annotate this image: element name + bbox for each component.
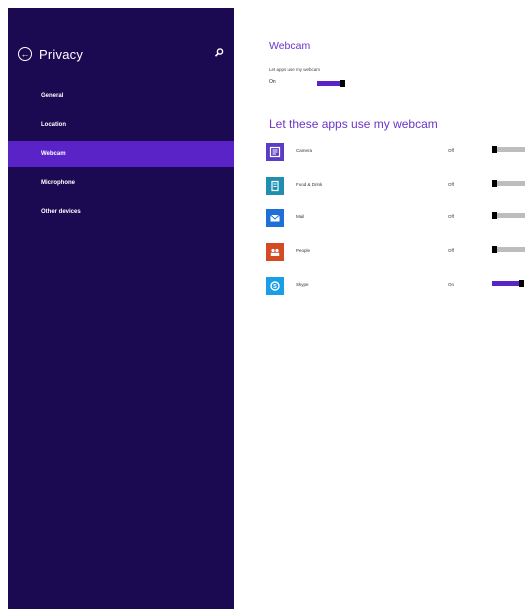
toggle-thumb: [340, 80, 345, 87]
mail-toggle[interactable]: [492, 212, 525, 219]
app-name: Mail: [296, 214, 305, 219]
app-name: Skype: [296, 282, 309, 287]
camera-toggle[interactable]: [492, 146, 525, 153]
sidebar-item-label: Other devices: [41, 209, 81, 215]
toggle-track: [317, 81, 340, 86]
mail-icon: [266, 209, 284, 227]
page-title: Webcam: [269, 40, 311, 52]
app-row-skype: S Skype On: [266, 277, 525, 299]
app-state: Off: [448, 248, 454, 253]
skype-icon: S: [266, 277, 284, 295]
sidebar-item-label: Location: [41, 122, 66, 128]
search-icon[interactable]: [212, 46, 226, 60]
app-row-camera: Camera Off: [266, 143, 525, 165]
app-state: On: [448, 282, 455, 287]
app-row-people: People Off: [266, 243, 525, 265]
sidebar-item-label: Microphone: [41, 180, 75, 186]
app-row-mail: Mail Off: [266, 209, 525, 231]
webcam-toggle[interactable]: [317, 80, 347, 87]
toggle-track: [497, 181, 525, 186]
webcam-toggle-state: On: [269, 79, 276, 85]
sidebar-item-general[interactable]: General: [8, 83, 234, 109]
skype-toggle[interactable]: [492, 280, 524, 287]
back-arrow-icon[interactable]: ←: [18, 47, 32, 61]
people-icon: [266, 243, 284, 261]
people-toggle[interactable]: [492, 246, 525, 253]
app-row-food-drink: Food & Drink Off: [266, 177, 525, 199]
sidebar-item-location[interactable]: Location: [8, 112, 234, 138]
camera-icon: [266, 143, 284, 161]
app-name: People: [296, 248, 311, 253]
sidebar-title: Privacy: [39, 46, 84, 62]
toggle-track: [497, 247, 525, 252]
main-panel: Webcam Let apps use my webcam On Let the…: [266, 0, 525, 609]
sidebar-header: ← Privacy: [18, 44, 226, 64]
toggle-track: [497, 147, 525, 152]
app-state: Off: [448, 182, 454, 187]
app-name: Camera: [296, 148, 313, 153]
toggle-thumb: [519, 280, 524, 287]
sidebar-item-webcam[interactable]: Webcam: [8, 141, 234, 167]
sidebar: ← Privacy General Location Webcam Microp…: [8, 8, 234, 609]
sidebar-item-label: General: [41, 93, 64, 99]
food-drink-toggle[interactable]: [492, 180, 525, 187]
sidebar-item-label: Webcam: [41, 151, 66, 157]
apps-section-title: Let these apps use my webcam: [269, 117, 438, 131]
sidebar-nav: General Location Webcam Microphone Other…: [8, 83, 234, 228]
toggle-track: [492, 281, 519, 286]
sidebar-item-microphone[interactable]: Microphone: [8, 170, 234, 196]
app-name: Food & Drink: [296, 182, 323, 187]
app-state: Off: [448, 148, 454, 153]
food-drink-icon: [266, 177, 284, 195]
sidebar-item-other-devices[interactable]: Other devices: [8, 199, 234, 225]
svg-text:S: S: [273, 284, 277, 290]
app-state: Off: [448, 214, 454, 219]
webcam-toggle-label: Let apps use my webcam: [269, 67, 321, 72]
toggle-track: [497, 213, 525, 218]
